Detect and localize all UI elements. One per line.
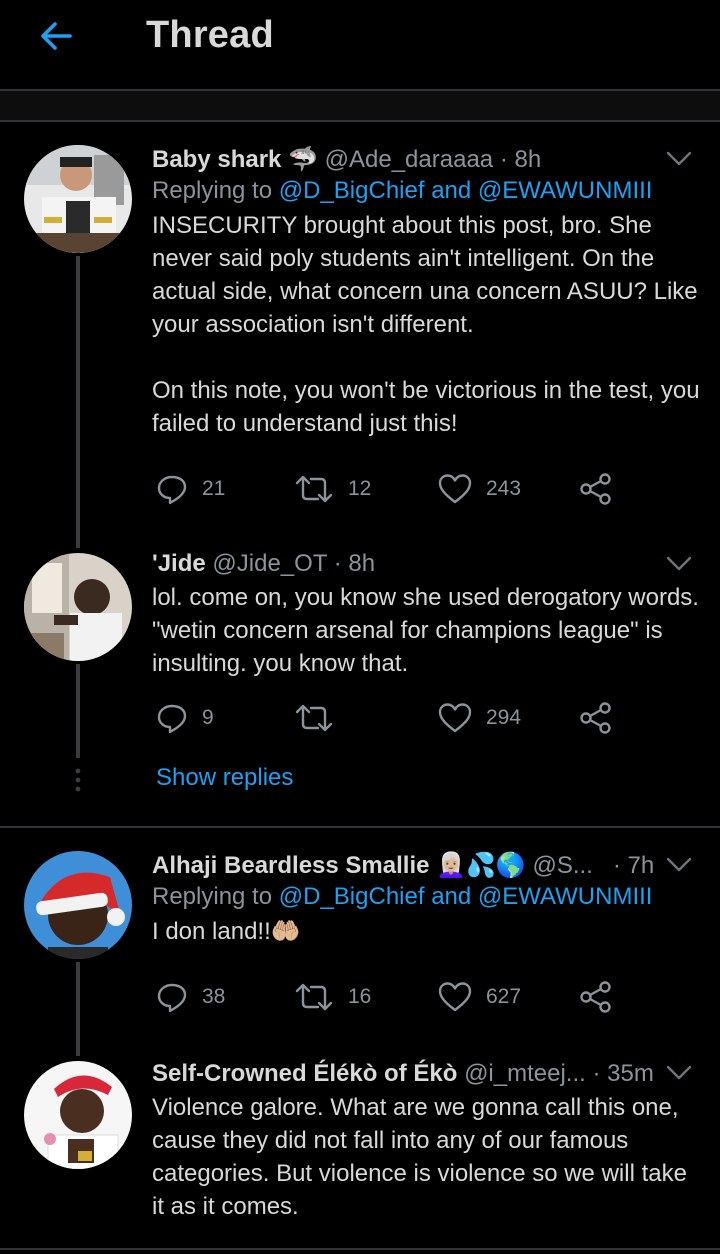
tweet[interactable]: Baby shark 🦈 @Ade_daraaaa · 8h Replying … <box>152 145 700 440</box>
tweet[interactable]: Self-Crowned Élékò of Ékò @i_mteej... · … <box>152 1059 700 1223</box>
like-icon <box>438 703 472 733</box>
chevron-down-icon[interactable] <box>666 856 692 874</box>
reply-button[interactable]: 38 <box>156 977 225 1017</box>
tweet[interactable]: Alhaji Beardless Smallie 👩🏼‍🦳💦🌎 @S... · … <box>152 851 700 948</box>
share-icon <box>580 473 611 505</box>
share-button[interactable] <box>580 698 612 738</box>
reply-count: 9 <box>202 706 214 729</box>
tweet-time: 8h <box>348 550 376 577</box>
author-name[interactable]: 'Jide <box>152 550 206 577</box>
tweet-time: 35m <box>607 1060 654 1087</box>
like-button[interactable]: 243 <box>438 469 521 509</box>
reply-button[interactable]: 9 <box>156 698 214 738</box>
retweet-button[interactable]: 12 <box>294 469 371 509</box>
avatar-image <box>24 145 132 253</box>
mention-link[interactable]: @EWAWUNMIII <box>478 883 653 910</box>
avatar[interactable] <box>24 1061 132 1169</box>
mention-link[interactable]: @EWAWUNMIII <box>478 177 653 204</box>
tweet-time: 8h <box>514 146 542 173</box>
reply-count: 38 <box>202 985 226 1008</box>
chevron-down-icon[interactable] <box>666 555 692 573</box>
author-name[interactable]: Alhaji Beardless Smallie <box>152 852 429 879</box>
like-button[interactable]: 627 <box>438 977 521 1017</box>
tweet-time: 7h <box>627 852 655 879</box>
avatar-image <box>24 553 132 661</box>
thread-connector <box>76 962 80 1056</box>
tweet-actions: 21 12 243 <box>152 469 622 509</box>
tweet-meta: Baby shark 🦈 @Ade_daraaaa · 8h <box>152 146 542 173</box>
reply-count: 21 <box>202 477 226 500</box>
tweet-text: Violence galore. What are we gonna call … <box>152 1094 687 1220</box>
tweet-meta: Alhaji Beardless Smallie 👩🏼‍🦳💦🌎 @S... · … <box>152 852 655 879</box>
retweet-count: 12 <box>348 477 372 500</box>
author-handle[interactable]: @Jide_OT <box>212 550 327 577</box>
tweet[interactable]: 'Jide @Jide_OT · 8h lol. come on, you kn… <box>152 549 700 680</box>
like-icon <box>438 474 472 504</box>
tweet-actions: 38 16 627 <box>152 977 622 1017</box>
replying-to: Replying to @D_BigChief and @EWAWUNMIII <box>152 177 653 204</box>
mention-link[interactable]: @D_BigChief <box>279 177 425 204</box>
like-button[interactable]: 294 <box>438 698 521 738</box>
reply-icon <box>157 704 187 734</box>
like-count: 243 <box>486 477 522 500</box>
retweet-button[interactable]: 16 <box>294 977 371 1017</box>
avatar[interactable] <box>24 851 132 959</box>
chevron-down-icon[interactable] <box>666 1064 692 1082</box>
retweet-icon <box>295 983 333 1011</box>
share-icon <box>580 981 611 1013</box>
share-icon <box>580 702 611 734</box>
tweet-actions: 9 294 <box>152 698 622 738</box>
avatar[interactable] <box>24 145 132 253</box>
name-emoji: 🦈 <box>288 146 318 173</box>
author-handle[interactable]: @Ade_daraaaa <box>325 146 494 173</box>
avatar[interactable] <box>24 553 132 661</box>
like-icon <box>438 982 472 1012</box>
author-handle[interactable]: @S... <box>532 852 592 879</box>
chevron-down-icon[interactable] <box>666 150 692 168</box>
page-title: Thread <box>146 14 274 56</box>
reply-button[interactable]: 21 <box>156 469 225 509</box>
show-replies-link[interactable]: Show replies <box>156 764 293 792</box>
bottom-divider <box>0 1248 720 1250</box>
retweet-icon <box>295 704 333 732</box>
avatar-image <box>24 851 132 959</box>
author-name[interactable]: Self-Crowned Élékò of Ékò <box>152 1060 457 1087</box>
tweet-meta: Self-Crowned Élékò of Ékò @i_mteej... · … <box>152 1060 654 1087</box>
tweet-text: INSECURITY brought about this post, bro.… <box>152 212 700 437</box>
reply-icon <box>157 983 187 1013</box>
replying-to: Replying to @D_BigChief and @EWAWUNMIII <box>152 883 653 910</box>
name-emoji: 👩🏼‍🦳💦🌎 <box>436 852 526 879</box>
thread-connector <box>76 664 80 758</box>
thread-connector <box>76 256 80 548</box>
retweet-icon <box>295 475 333 503</box>
more-replies-dots-icon <box>75 768 81 792</box>
share-button[interactable] <box>580 469 612 509</box>
top-bar: Thread <box>0 0 720 90</box>
tweet-meta: 'Jide @Jide_OT · 8h <box>152 550 376 577</box>
like-count: 627 <box>486 985 522 1008</box>
retweet-button[interactable] <box>294 698 334 738</box>
tweet-text: I don land!!🤲🏼 <box>152 918 301 945</box>
share-button[interactable] <box>580 977 612 1017</box>
tweet-text: lol. come on, you know she used derogato… <box>152 584 699 677</box>
author-handle[interactable]: @i_mteej... <box>464 1060 586 1087</box>
avatar-image <box>24 1061 132 1169</box>
author-name[interactable]: Baby shark <box>152 146 281 173</box>
thread-divider <box>0 826 720 828</box>
retweet-count: 16 <box>348 985 372 1008</box>
like-count: 294 <box>486 706 522 729</box>
back-arrow-icon[interactable] <box>36 16 76 56</box>
mention-link[interactable]: @D_BigChief <box>279 883 425 910</box>
reply-icon <box>157 475 187 505</box>
header-separator <box>0 89 720 122</box>
